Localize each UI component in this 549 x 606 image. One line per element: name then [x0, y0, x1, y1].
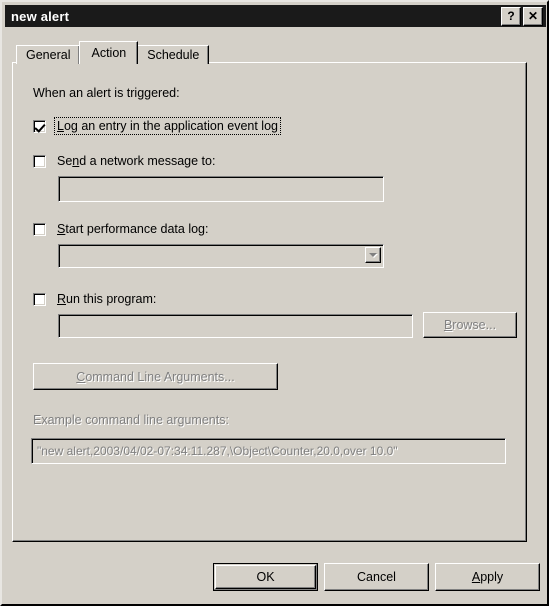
tab-action[interactable]: Action [79, 41, 139, 64]
title-bar[interactable]: new alert ? ✕ [5, 5, 546, 27]
performance-log-row: Start performance data log: [33, 221, 210, 237]
dialog-window: new alert ? ✕ General Action Schedule Wh… [0, 0, 549, 606]
example-args-label: Example command line arguments: [33, 413, 229, 427]
action-tab-panel: When an alert is triggered: Log an entry… [12, 62, 527, 542]
command-line-arguments-accel: C [76, 369, 86, 384]
apply-button[interactable]: Apply [435, 563, 540, 591]
intro-label: When an alert is triggered: [33, 86, 180, 100]
performance-log-checkbox[interactable] [33, 222, 46, 236]
run-program-label-text: un this program: [66, 292, 157, 306]
performance-log-label-text: tart performance data log: [65, 222, 209, 236]
run-program-label[interactable]: Run this program: [55, 291, 158, 307]
run-program-accel: R [57, 292, 67, 306]
example-args-field: "new alert,2003/04/02-07:34:11.287,\Obje… [31, 438, 506, 464]
tab-strip: General Action Schedule [16, 41, 210, 64]
log-entry-label-text: og an entry in the application event log [63, 119, 278, 133]
cancel-button[interactable]: Cancel [324, 563, 429, 591]
browse-accel: B [443, 318, 453, 332]
example-args-value: "new alert,2003/04/02-07:34:11.287,\Obje… [37, 444, 398, 458]
network-message-row: Send a network message to: [33, 153, 217, 169]
log-entry-row: Log an entry in the application event lo… [33, 117, 281, 135]
network-message-label-pre: Se [57, 154, 73, 168]
network-message-checkbox[interactable] [33, 154, 46, 168]
browse-button[interactable]: Browse... [423, 312, 517, 338]
log-entry-accel: L [57, 119, 64, 133]
tab-schedule[interactable]: Schedule [137, 45, 210, 64]
network-message-input[interactable] [58, 176, 384, 202]
ok-button[interactable]: OK [213, 563, 318, 591]
command-line-arguments-button[interactable]: Command Line Arguments... [33, 363, 278, 390]
apply-accel: A [471, 570, 481, 584]
run-program-input[interactable] [58, 314, 413, 338]
title-bar-buttons: ? ✕ [501, 6, 543, 26]
network-message-label-text: d a network message to: [79, 154, 216, 168]
command-line-arguments-label: ommand Line Arguments... [85, 369, 235, 384]
ok-button-label: OK [215, 565, 316, 589]
tab-general[interactable]: General [16, 45, 81, 64]
log-entry-checkbox[interactable] [33, 119, 46, 133]
browse-label: rowse... [452, 318, 497, 332]
network-message-label[interactable]: Send a network message to: [55, 153, 217, 169]
run-program-checkbox[interactable] [33, 292, 46, 306]
performance-log-combo[interactable] [58, 244, 384, 268]
close-button[interactable]: ✕ [523, 6, 543, 26]
apply-label: pply [480, 570, 504, 584]
log-entry-label[interactable]: Log an entry in the application event lo… [54, 117, 281, 135]
window-title: new alert [11, 8, 70, 24]
performance-log-label[interactable]: Start performance data log: [55, 221, 210, 237]
chevron-down-icon[interactable] [365, 247, 381, 263]
help-button[interactable]: ? [501, 6, 521, 26]
run-program-row: Run this program: [33, 291, 158, 307]
